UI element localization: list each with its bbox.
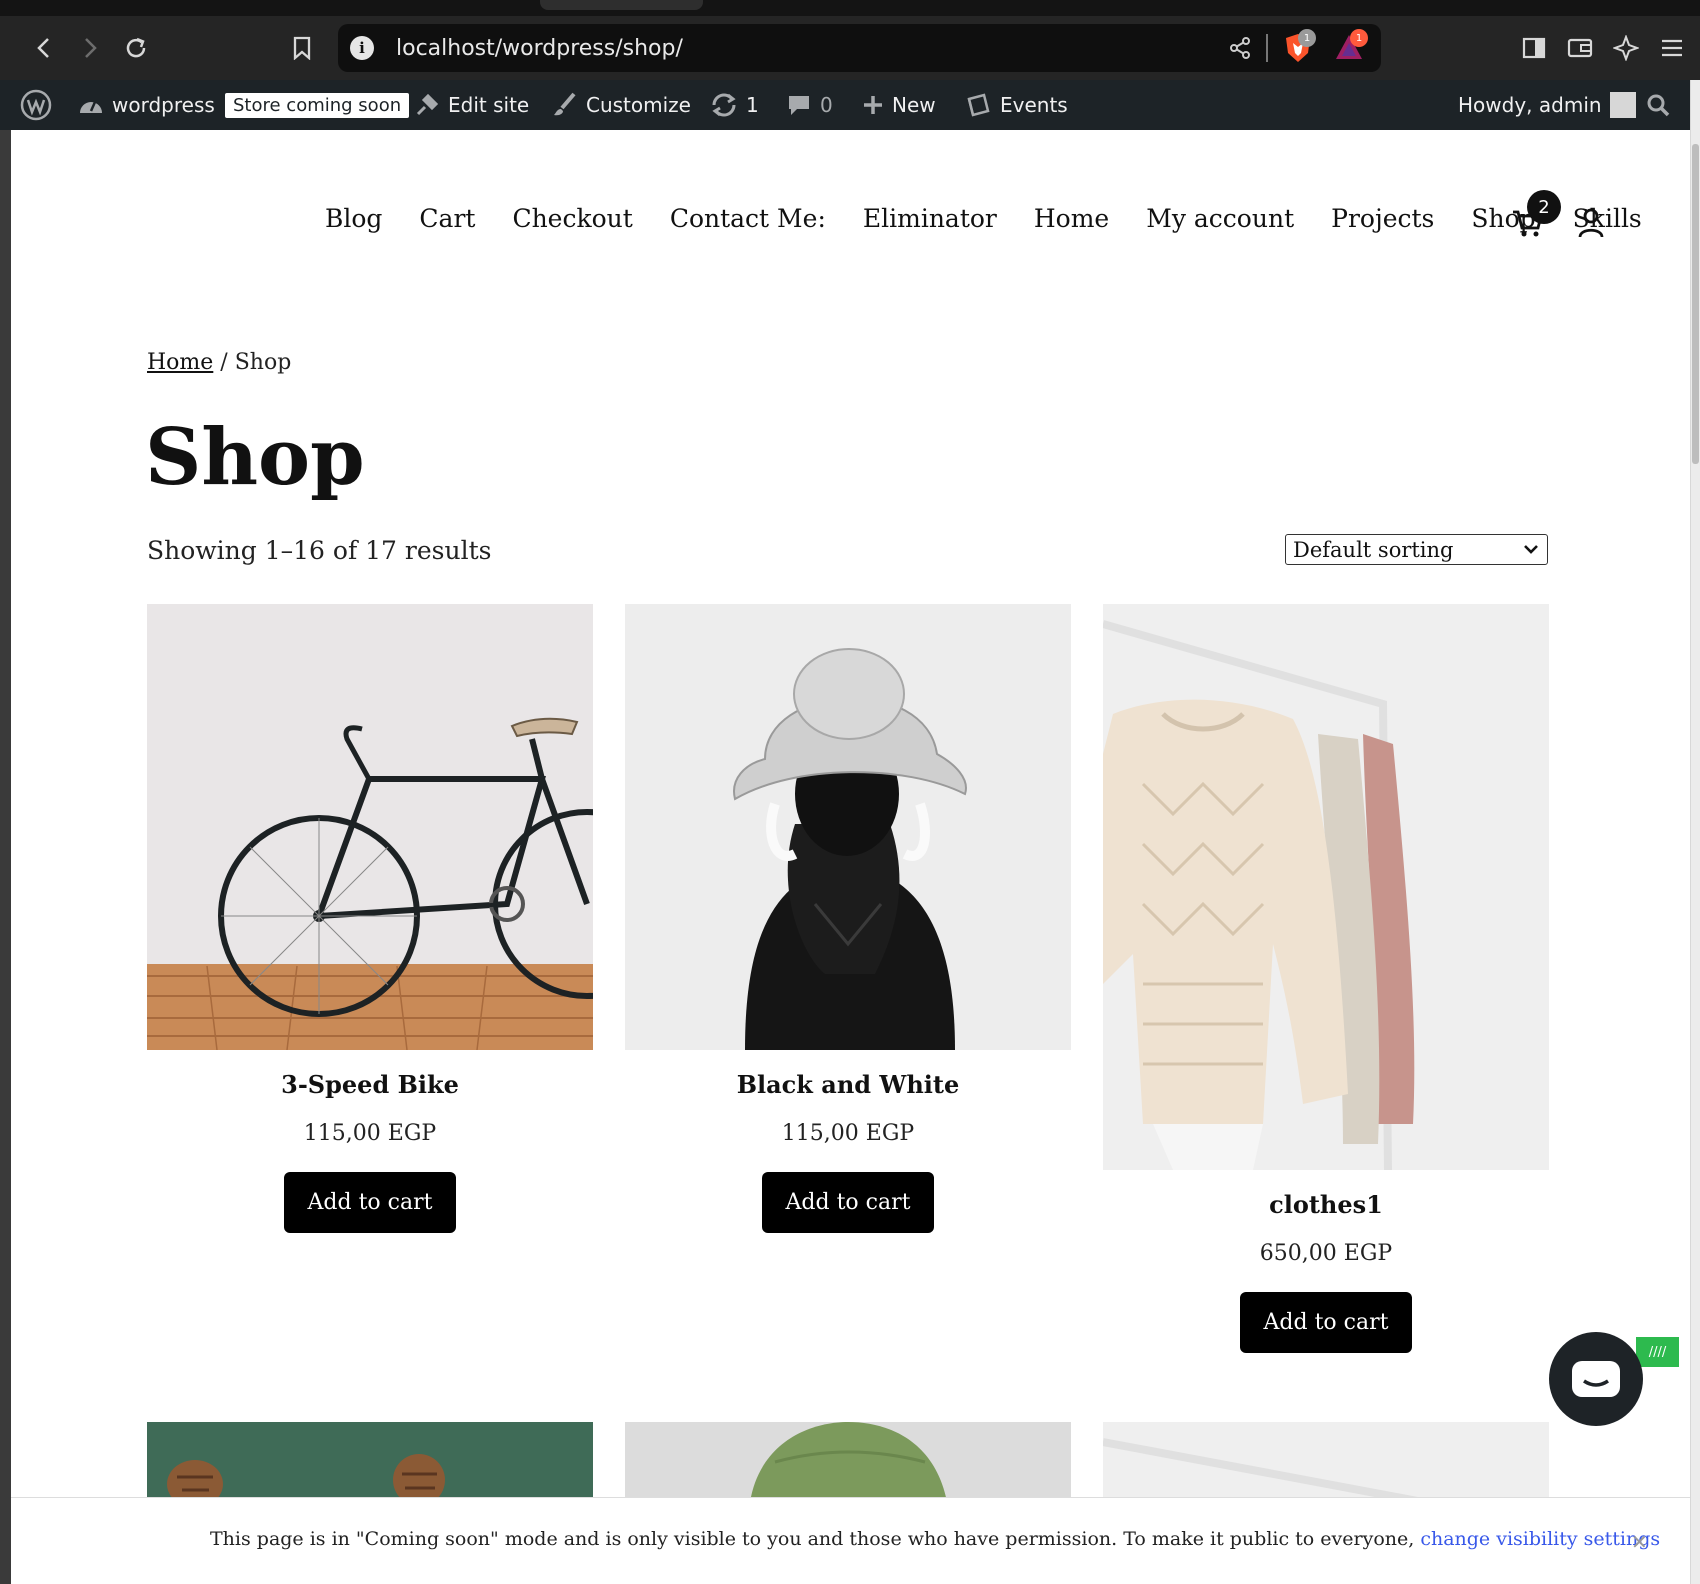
product-title[interactable]: Black and White — [625, 1070, 1071, 1099]
updates-item[interactable]: 1 — [710, 80, 759, 130]
store-status-item[interactable]: Store coming soon — [225, 80, 410, 130]
wp-admin-bar: wordpress Store coming soon Edit site Cu… — [0, 80, 1690, 130]
leo-ai-icon[interactable] — [1610, 32, 1642, 64]
edit-site-label: Edit site — [448, 93, 530, 117]
nav-item-home[interactable]: Home — [1034, 204, 1109, 233]
cart-count-badge: 2 — [1527, 190, 1561, 224]
product-card: Black and White 115,00 EGP Add to cart — [625, 604, 1071, 1233]
updates-count: 1 — [746, 93, 759, 117]
product-image-pinecones[interactable] — [147, 1422, 593, 1502]
rewards-badge: 1 — [1350, 29, 1368, 47]
events-label: Events — [1000, 93, 1068, 117]
chat-icon — [1572, 1361, 1620, 1397]
add-to-cart-button[interactable]: Add to cart — [1239, 1292, 1413, 1353]
site-info-icon[interactable]: i — [350, 36, 374, 60]
product-price: 115,00 EGP — [781, 1121, 915, 1146]
product-image-clothes[interactable] — [1103, 604, 1549, 1170]
account-user-icon[interactable] — [1575, 206, 1607, 240]
share-icon[interactable] — [1228, 36, 1252, 64]
urlbar-separator — [1266, 34, 1268, 62]
close-icon[interactable]: ✕ — [1631, 1530, 1648, 1554]
add-to-cart-button[interactable]: Add to cart — [761, 1172, 935, 1233]
breadcrumb-home-link[interactable]: Home — [147, 350, 213, 375]
brave-shield-icon[interactable]: 1 — [1284, 29, 1316, 63]
product-image-bike[interactable] — [147, 604, 593, 1050]
brush-icon — [552, 92, 578, 118]
plus-icon — [862, 94, 884, 116]
forward-icon[interactable] — [74, 32, 106, 64]
breadcrumb: Home / Shop — [147, 350, 291, 375]
new-item[interactable]: New — [862, 80, 936, 130]
sidebar-icon[interactable] — [1518, 32, 1550, 64]
shield-badge: 1 — [1298, 29, 1316, 47]
admin-search-icon[interactable] — [1646, 80, 1670, 130]
product-image-clothes-rack[interactable] — [1103, 1422, 1549, 1502]
customize-item[interactable]: Customize — [552, 80, 691, 130]
reload-icon[interactable] — [120, 32, 152, 64]
breadcrumb-separator: / — [213, 350, 235, 375]
comments-count: 0 — [820, 93, 833, 117]
nav-item-eliminator[interactable]: Eliminator — [863, 204, 997, 233]
address-bar[interactable]: i localhost/wordpress/shop/ 1 1 — [338, 24, 1381, 72]
nav-item-projects[interactable]: Projects — [1331, 204, 1434, 233]
notice-text: This page is in "Coming soon" mode and i… — [210, 1528, 1660, 1550]
nav-item-checkout[interactable]: Checkout — [512, 204, 632, 233]
change-visibility-link[interactable]: change visibility settings — [1420, 1528, 1660, 1550]
back-icon[interactable] — [28, 32, 60, 64]
window-top-strip — [0, 0, 1700, 16]
chevron-down-icon — [1523, 540, 1539, 559]
product-price: 115,00 EGP — [303, 1121, 437, 1146]
sorting-selected-value: Default sorting — [1293, 537, 1454, 562]
wp-logo-icon[interactable] — [20, 80, 52, 130]
page-scrollbar[interactable] — [1690, 80, 1700, 1584]
feedback-tab[interactable]: //// — [1636, 1337, 1679, 1367]
sorting-select[interactable]: Default sorting — [1285, 534, 1548, 565]
shop-page: Blog Cart Checkout Contact Me: Eliminato… — [11, 130, 1690, 1584]
scrollbar-thumb[interactable] — [1692, 144, 1699, 464]
dashboard-gauge-icon — [78, 93, 104, 117]
events-icon — [964, 91, 992, 119]
site-name: wordpress — [112, 93, 215, 117]
notice-message: This page is in "Coming soon" mode and i… — [210, 1528, 1421, 1550]
product-image-cap[interactable] — [625, 1422, 1071, 1502]
site-name-item[interactable]: wordpress — [78, 80, 215, 130]
nav-item-cart[interactable]: Cart — [419, 204, 475, 233]
howdy-label: Howdy, admin — [1458, 93, 1602, 117]
product-title[interactable]: clothes1 — [1103, 1190, 1549, 1219]
product-card: 3-Speed Bike 115,00 EGP Add to cart — [147, 604, 593, 1233]
product-card: clothes1 650,00 EGP Add to cart — [1103, 604, 1549, 1353]
edit-site-item[interactable]: Edit site — [414, 80, 529, 130]
chat-button[interactable] — [1549, 1332, 1643, 1426]
product-image-black-and-white[interactable] — [625, 604, 1071, 1050]
comment-icon — [786, 93, 812, 117]
events-item[interactable]: Events — [964, 80, 1068, 130]
result-count: Showing 1–16 of 17 results — [147, 536, 492, 565]
coming-soon-notice: This page is in "Coming soon" mode and i… — [11, 1497, 1690, 1584]
wallet-icon[interactable] — [1564, 32, 1596, 64]
bookmark-icon[interactable] — [286, 32, 318, 64]
browser-tab[interactable] — [540, 0, 703, 10]
url-text[interactable]: localhost/wordpress/shop/ — [396, 36, 683, 61]
store-status-badge: Store coming soon — [225, 92, 410, 118]
updates-icon — [710, 92, 738, 118]
my-account-item[interactable]: Howdy, admin — [1458, 80, 1636, 130]
avatar — [1609, 92, 1636, 118]
nav-item-contact[interactable]: Contact Me: — [670, 204, 826, 233]
menu-icon[interactable] — [1656, 32, 1688, 64]
product-price: 650,00 EGP — [1259, 1241, 1393, 1266]
site-navigation: Blog Cart Checkout Contact Me: Eliminato… — [325, 204, 1679, 233]
nav-item-my-account[interactable]: My account — [1146, 204, 1294, 233]
browser-toolbar: i localhost/wordpress/shop/ 1 1 — [0, 16, 1700, 80]
breadcrumb-current: Shop — [234, 350, 292, 375]
nav-item-blog[interactable]: Blog — [325, 204, 382, 233]
product-title[interactable]: 3-Speed Bike — [147, 1070, 593, 1099]
window-left-edge — [0, 130, 11, 1584]
comments-item[interactable]: 0 — [786, 80, 833, 130]
rewards-triangle-icon[interactable]: 1 — [1334, 29, 1368, 63]
customize-label: Customize — [586, 93, 691, 117]
new-label: New — [892, 93, 936, 117]
page-title: Shop — [145, 412, 365, 503]
add-to-cart-button[interactable]: Add to cart — [283, 1172, 457, 1233]
pin-icon — [414, 92, 440, 118]
